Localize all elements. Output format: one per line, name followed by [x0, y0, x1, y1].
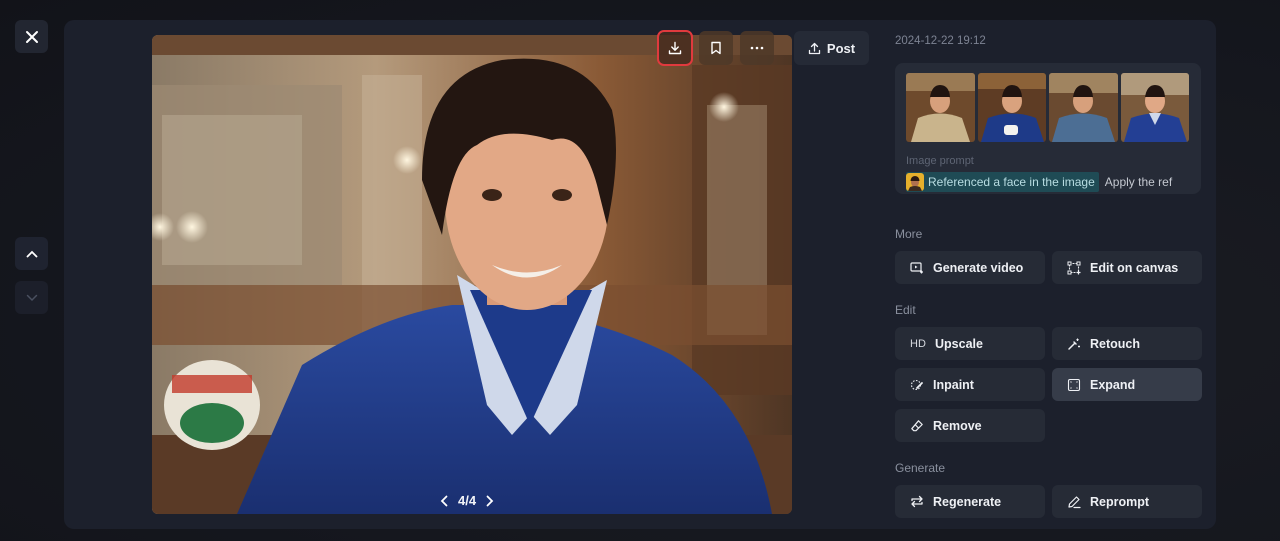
expand-button[interactable]: Expand: [1052, 368, 1202, 401]
prompt-text: Apply the ref: [1104, 175, 1173, 189]
thumbnail-4-current[interactable]: [1120, 73, 1189, 142]
chevron-down-icon: [26, 294, 37, 301]
image-pager: 4/4: [440, 493, 494, 508]
retouch-label: Retouch: [1090, 336, 1140, 351]
next-image-button[interactable]: [15, 281, 48, 314]
thumbnail-2[interactable]: [977, 73, 1046, 142]
inpaint-button[interactable]: Inpaint: [895, 368, 1045, 401]
bookmark-icon: [711, 41, 721, 55]
chevron-left-icon: [440, 495, 448, 506]
post-label: Post: [826, 40, 856, 56]
inpaint-icon: [910, 379, 923, 390]
face-reference-chip[interactable]: Referenced a face in the image: [906, 172, 1099, 192]
pencil-icon: [1068, 495, 1081, 508]
section-label-generate: Generate: [895, 461, 946, 475]
chevron-right-icon: [486, 495, 494, 506]
edit-on-canvas-button[interactable]: Edit on canvas: [1052, 251, 1202, 284]
video-plus-icon: [910, 262, 923, 274]
regenerate-icon: [911, 495, 923, 508]
previous-image-button[interactable]: [15, 237, 48, 270]
details-sidebar: 2024-12-22 19:12 Image prompt Referenced…: [895, 35, 1203, 518]
image-toolbar: [657, 30, 774, 66]
upscale-button[interactable]: HD Upscale: [895, 327, 1045, 360]
portrait-photo: [152, 35, 792, 514]
generate-video-button[interactable]: Generate video: [895, 251, 1045, 284]
thumbnail-1[interactable]: [906, 73, 975, 142]
thumbnail-strip: [906, 73, 1189, 142]
download-button[interactable]: [657, 30, 693, 66]
reference-face-thumbnail: [906, 173, 924, 191]
download-icon: [668, 41, 682, 55]
more-horizontal-icon: [750, 46, 764, 50]
hd-icon: HD: [910, 337, 926, 350]
section-label-edit: Edit: [895, 303, 916, 317]
chevron-up-icon: [26, 250, 37, 257]
pager-count: 4/4: [458, 493, 477, 508]
eraser-icon: [911, 419, 923, 431]
edit-actions: HD Upscale Retouch Inpaint Expand Remove: [895, 327, 1203, 442]
edit-on-canvas-label: Edit on canvas: [1090, 260, 1179, 275]
reprompt-button[interactable]: Reprompt: [1052, 485, 1202, 518]
upscale-label: Upscale: [935, 336, 983, 351]
retouch-button[interactable]: Retouch: [1052, 327, 1202, 360]
inpaint-label: Inpaint: [933, 377, 974, 392]
generated-image: [152, 35, 792, 514]
close-button[interactable]: [15, 20, 48, 53]
image-detail-viewer: Post 4/4 2024-12-22 19:12 Image prompt R…: [0, 0, 1280, 541]
more-actions: Generate video Edit on canvas: [895, 251, 1203, 284]
regenerate-button[interactable]: Regenerate: [895, 485, 1045, 518]
post-button[interactable]: Post: [794, 31, 869, 65]
generate-actions: Regenerate Reprompt: [895, 485, 1203, 518]
remove-button[interactable]: Remove: [895, 409, 1045, 442]
thumbnail-3[interactable]: [1049, 73, 1118, 142]
reprompt-label: Reprompt: [1090, 494, 1150, 509]
prompt-text-line: Referenced a face in the image Apply the…: [906, 172, 1189, 192]
regenerate-label: Regenerate: [933, 494, 1002, 509]
bookmark-button[interactable]: [699, 31, 733, 65]
section-label-more: More: [895, 227, 923, 241]
canvas-icon: [1067, 261, 1081, 274]
remove-label: Remove: [933, 418, 982, 433]
prompt-card: Image prompt Referenced a face in the im…: [895, 63, 1201, 194]
expand-label: Expand: [1090, 377, 1136, 392]
prompt-label: Image prompt: [906, 155, 974, 167]
magic-wand-icon: [1068, 338, 1080, 350]
generate-video-label: Generate video: [933, 260, 1024, 275]
expand-icon: [1067, 378, 1081, 391]
more-options-button[interactable]: [740, 31, 774, 65]
pager-prev-button[interactable]: [440, 495, 448, 507]
upload-icon: [808, 42, 821, 54]
reference-chip-text: Referenced a face in the image: [928, 175, 1095, 189]
creation-timestamp: 2024-12-22 19:12: [895, 35, 986, 47]
close-icon: [25, 30, 38, 43]
pager-next-button[interactable]: [486, 495, 494, 507]
